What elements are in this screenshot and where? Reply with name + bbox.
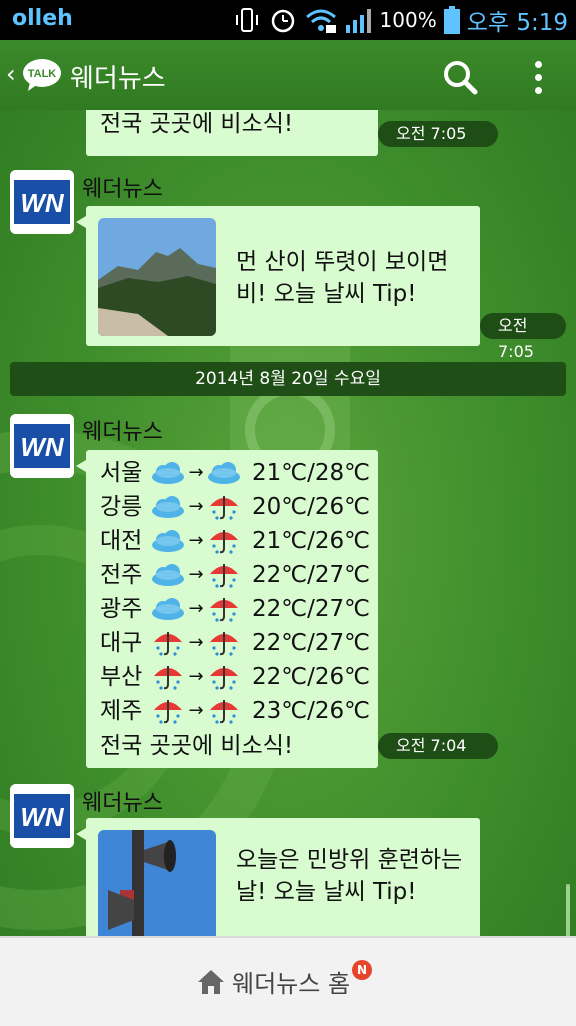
tip-bubble[interactable]: 먼 산이 뚜렷이 보이면 비! 오늘 날씨 Tip! — [76, 206, 480, 346]
forecast-footer: 전국 곳곳에 비소식! — [100, 111, 294, 137]
temperature: 21℃/28℃ — [252, 460, 370, 486]
sender-name: 웨더뉴스 — [82, 420, 163, 445]
message-time: 오전 7:05 — [378, 121, 498, 147]
scrollbar[interactable] — [566, 884, 570, 936]
battery-icon — [443, 6, 460, 34]
message-time: 오전 7:05 — [480, 313, 566, 361]
cloud-icon — [152, 496, 184, 518]
forecast-footer: 전국 곳곳에 비소식! — [100, 733, 294, 759]
bottom-bar: 웨더뉴스 홈 N — [0, 936, 576, 1026]
home-icon — [198, 969, 224, 994]
forecast-row: 전주 → 22℃/27℃ — [100, 558, 370, 592]
city-name: 서울 — [100, 460, 143, 486]
svg-text:WN: WN — [20, 188, 65, 218]
cloud-icon — [152, 462, 184, 484]
siren-thumbnail[interactable] — [98, 830, 216, 936]
temperature: 22℃/27℃ — [252, 562, 370, 588]
arrow-icon: → — [188, 496, 204, 517]
umbrella-rain-icon — [210, 564, 238, 588]
cloud-icon — [152, 564, 184, 586]
kakaotalk-logo-icon[interactable]: TALK — [22, 58, 62, 92]
forecast-row: 부산 → 22℃/26℃ — [100, 660, 370, 694]
sender-name: 웨더뉴스 — [82, 177, 163, 202]
back-chevron-icon[interactable]: ‹ — [6, 60, 16, 88]
chat-title: 웨더뉴스 — [70, 64, 166, 94]
umbrella-rain-icon — [210, 598, 238, 622]
home-label: 웨더뉴스 홈 — [232, 970, 351, 998]
search-icon[interactable] — [440, 57, 480, 97]
arrow-icon: → — [188, 564, 204, 585]
alarm-icon — [271, 9, 294, 33]
city-name: 전주 — [100, 562, 143, 588]
svg-text:WN: WN — [20, 802, 65, 832]
signal-icon — [345, 9, 371, 33]
forecast-row: 광주 → 22℃/27℃ — [100, 592, 370, 626]
date-divider: 2014년 8월 20일 수요일 — [10, 362, 566, 396]
temperature: 23℃/26℃ — [252, 698, 370, 724]
arrow-icon: → — [188, 632, 204, 653]
umbrella-rain-icon — [210, 530, 238, 554]
status-bar: olleh 100% 오후 5:19 — [0, 0, 576, 40]
umbrella-rain-icon — [154, 700, 182, 724]
city-name: 대구 — [100, 630, 143, 656]
temperature: 20℃/26℃ — [252, 494, 370, 520]
chat-header: ‹ TALK 웨더뉴스 — [0, 40, 576, 110]
tip-text: 오늘은 민방위 훈련하는 날! 오늘 날씨 Tip! — [236, 847, 463, 905]
clock: 오후 5:19 — [466, 10, 568, 36]
temperature: 22℃/27℃ — [252, 596, 370, 622]
tip-bubble[interactable]: 오늘은 민방위 훈련하는 날! 오늘 날씨 Tip! — [76, 818, 480, 936]
forecast-row: 대전 → 21℃/26℃ — [100, 524, 370, 558]
sender-name: 웨더뉴스 — [82, 791, 163, 816]
forecast-row: 제주 → 23℃/26℃ — [100, 694, 370, 728]
tip-text: 먼 산이 뚜렷이 보이면 비! 오늘 날씨 Tip! — [236, 249, 449, 307]
battery-percent: 100% — [379, 8, 437, 32]
weathernews-home-button[interactable]: 웨더뉴스 홈 N — [196, 959, 376, 999]
cloud-icon — [152, 530, 184, 552]
temperature: 21℃/26℃ — [252, 528, 370, 554]
city-name: 대전 — [100, 528, 143, 554]
arrow-icon: → — [188, 666, 204, 687]
svg-text:WN: WN — [20, 432, 65, 462]
arrow-icon: → — [188, 598, 204, 619]
chat-log[interactable]: 제주→22℃/25℃제주→23℃/27℃ 전국 곳곳에 비소식! 오전 7:05… — [0, 40, 576, 936]
umbrella-rain-icon — [154, 666, 182, 690]
vibrate-icon — [235, 8, 258, 32]
umbrella-rain-icon — [210, 666, 238, 690]
city-name: 제주 — [100, 698, 143, 724]
forecast-row: 대구 → 22℃/27℃ — [100, 626, 370, 660]
forecast-bubble[interactable]: 서울 → 21℃/28℃ 강릉 → 20℃/26℃ 대전 → 21℃/26℃ 전주 → 22℃/27℃… — [76, 450, 378, 768]
avatar[interactable]: WN — [10, 170, 74, 234]
wifi-lock-icon — [305, 9, 336, 33]
forecast-row: 서울 → 21℃/28℃ — [100, 456, 370, 490]
mountain-thumbnail[interactable] — [98, 218, 216, 336]
overflow-menu-icon[interactable] — [520, 57, 556, 97]
arrow-icon: → — [188, 530, 204, 551]
message-time: 오전 7:04 — [378, 733, 498, 759]
umbrella-rain-icon — [210, 632, 238, 656]
umbrella-rain-icon — [154, 632, 182, 656]
svg-text:TALK: TALK — [28, 68, 57, 80]
avatar[interactable]: WN — [10, 784, 74, 848]
city-name: 부산 — [100, 664, 143, 690]
cloud-icon — [152, 598, 184, 620]
new-badge: N — [352, 959, 373, 980]
arrow-icon: → — [188, 700, 204, 721]
forecast-row: 강릉 → 20℃/26℃ — [100, 490, 370, 524]
city-name: 강릉 — [100, 494, 143, 520]
avatar[interactable]: WN — [10, 414, 74, 478]
umbrella-rain-icon — [210, 700, 238, 724]
cloud-icon — [208, 462, 240, 484]
temperature: 22℃/27℃ — [252, 630, 370, 656]
umbrella-rain-icon — [210, 496, 238, 520]
city-name: 광주 — [100, 596, 143, 622]
temperature: 22℃/26℃ — [252, 664, 370, 690]
carrier-label: olleh — [12, 6, 73, 31]
arrow-icon: → — [188, 462, 204, 483]
